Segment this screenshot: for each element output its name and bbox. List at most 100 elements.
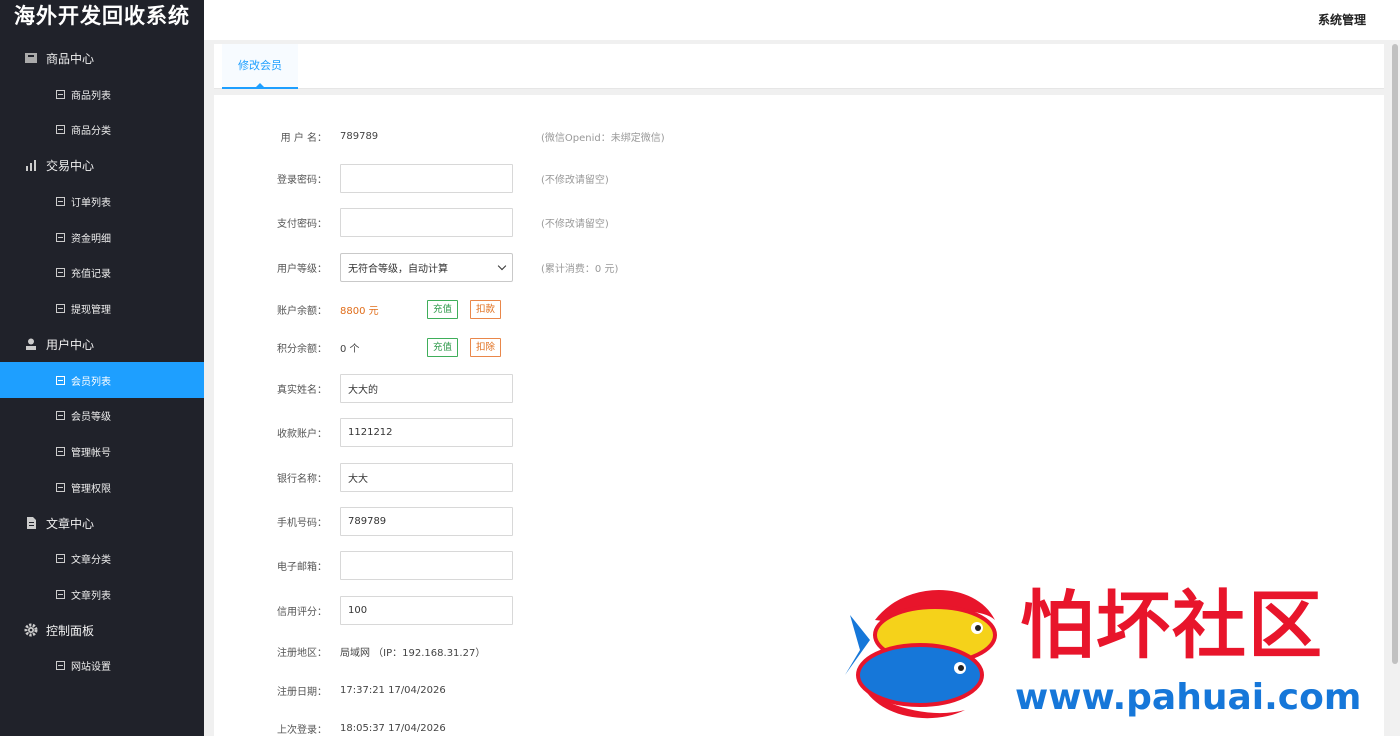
- sidebar-item-label: 文章列表: [71, 590, 111, 602]
- phone-row: 手机号码： 789789: [214, 506, 914, 536]
- page-icon: [56, 89, 65, 99]
- sidebar: 海外开发回收系统 商品中心 商品列表 商品分类 交易中心 订单列表 资金明细 充…: [0, 0, 204, 736]
- bank-input[interactable]: 大大: [340, 462, 513, 492]
- user-level-row: 用户等级： 无符合等级，自动计算 (累计消费：0 元): [214, 252, 914, 282]
- scrollbar-thumb[interactable]: [1392, 44, 1398, 664]
- login-password-label: 登录密码：: [277, 174, 327, 186]
- credit-row: 信用评分： 100: [214, 595, 914, 625]
- page-icon: [56, 482, 65, 492]
- sidebar-item-label: 文章分类: [71, 554, 111, 566]
- real-name-row: 真实姓名： 大大的: [214, 373, 914, 403]
- fish-logo: [845, 590, 997, 719]
- region-label: 注册地区：: [277, 647, 327, 659]
- login-password-input[interactable]: [340, 163, 513, 193]
- app-title: 海外开发回收系统: [0, 0, 204, 40]
- watermark: 怕坏社区 www.pahuai.com: [845, 580, 1385, 730]
- email-row: 电子邮箱：: [214, 550, 914, 580]
- sidebar-group-goods[interactable]: 商品中心: [0, 40, 204, 76]
- page-icon: [56, 124, 65, 134]
- sidebar-item-label: 会员等级: [71, 411, 111, 423]
- gear-icon: [24, 623, 38, 637]
- top-header: 系统管理: [204, 0, 1400, 40]
- sidebar-item-article-list[interactable]: 文章列表: [0, 576, 204, 612]
- chevron-down-icon: [497, 261, 507, 270]
- system-admin-menu[interactable]: 系统管理: [1318, 11, 1366, 28]
- sidebar-group-label: 文章中心: [46, 516, 95, 531]
- login-password-hint: (不修改请留空): [541, 174, 609, 186]
- real-name-input[interactable]: 大大的: [340, 373, 513, 403]
- username-label: 用 户 名：: [280, 132, 327, 144]
- page-icon: [56, 375, 65, 385]
- sidebar-item-article-categories[interactable]: 文章分类: [0, 540, 204, 576]
- sidebar-item-member-levels[interactable]: 会员等级: [0, 397, 204, 433]
- page-icon: [56, 553, 65, 563]
- account-input[interactable]: 1121212: [340, 417, 513, 447]
- sidebar-group-label: 交易中心: [46, 158, 95, 173]
- sidebar-item-site-settings[interactable]: 网站设置: [0, 647, 204, 683]
- balance-recharge-button[interactable]: 充值: [427, 299, 459, 319]
- balance-deduct-button[interactable]: 扣款: [470, 299, 502, 319]
- phone-label: 手机号码：: [277, 517, 327, 529]
- balance-row: 账户余额： 8800 元 充值 扣款: [214, 294, 914, 324]
- pay-password-row: 支付密码： (不修改请留空): [214, 207, 914, 237]
- email-label: 电子邮箱：: [277, 561, 327, 573]
- tab-edit-member[interactable]: 修改会员: [222, 44, 298, 89]
- pay-password-input[interactable]: [340, 207, 513, 237]
- tab-bar: 修改会员: [214, 44, 1384, 89]
- sidebar-group-label: 控制面板: [46, 623, 95, 638]
- reg-date-label: 注册日期：: [277, 686, 327, 698]
- last-login-label: 上次登录：: [277, 724, 327, 736]
- page-icon: [56, 589, 65, 599]
- sidebar-group-label: 用户中心: [46, 337, 95, 352]
- page-icon: [56, 303, 65, 313]
- sidebar-item-label: 提现管理: [71, 304, 111, 316]
- sidebar-item-label: 商品分类: [71, 125, 111, 137]
- sidebar-item-admin-accounts[interactable]: 管理帐号: [0, 433, 204, 469]
- balance-label: 账户余额：: [277, 305, 327, 317]
- page-icon: [56, 267, 65, 277]
- points-recharge-button[interactable]: 充值: [427, 337, 459, 357]
- sidebar-group-label: 商品中心: [46, 51, 95, 66]
- phone-input[interactable]: 789789: [340, 506, 513, 536]
- pay-password-label: 支付密码：: [277, 218, 327, 230]
- sidebar-group-users[interactable]: 用户中心: [0, 326, 204, 362]
- sidebar-item-admin-permissions[interactable]: 管理权限: [0, 469, 204, 505]
- sidebar-item-label: 管理权限: [71, 483, 111, 495]
- sidebar-group-articles[interactable]: 文章中心: [0, 505, 204, 541]
- username-value: 789789: [340, 130, 379, 142]
- sidebar-item-goods-category[interactable]: 商品分类: [0, 111, 204, 147]
- credit-label: 信用评分：: [277, 606, 327, 618]
- document-icon: [27, 517, 36, 529]
- login-password-row: 登录密码： (不修改请留空): [214, 163, 914, 193]
- bank-label: 银行名称：: [277, 473, 327, 485]
- points-deduct-button[interactable]: 扣除: [470, 337, 502, 357]
- sidebar-item-funds[interactable]: 资金明细: [0, 219, 204, 255]
- region-value: 局域网 （IP：192.168.31.27）: [340, 647, 486, 659]
- sidebar-item-label: 订单列表: [71, 197, 111, 209]
- last-login-row: 上次登录： 18:05:37 17/04/2026: [214, 713, 914, 736]
- sidebar-item-orders[interactable]: 订单列表: [0, 183, 204, 219]
- credit-input[interactable]: 100: [340, 595, 513, 625]
- region-row: 注册地区： 局域网 （IP：192.168.31.27）: [214, 636, 914, 666]
- sidebar-item-withdraw[interactable]: 提现管理: [0, 290, 204, 326]
- bar-chart-icon: [26, 160, 36, 171]
- sidebar-item-recharge[interactable]: 充值记录: [0, 254, 204, 290]
- page-scrollbar[interactable]: [1390, 40, 1400, 736]
- sidebar-item-goods-list[interactable]: 商品列表: [0, 76, 204, 112]
- user-level-select[interactable]: 无符合等级，自动计算: [340, 252, 513, 282]
- user-level-selected: 无符合等级，自动计算: [348, 263, 448, 275]
- pay-password-hint: (不修改请留空): [541, 218, 609, 230]
- points-label: 积分余额：: [277, 343, 327, 355]
- real-name-label: 真实姓名：: [277, 384, 327, 396]
- sidebar-item-members[interactable]: 会员列表: [0, 362, 204, 398]
- sidebar-group-control[interactable]: 控制面板: [0, 612, 204, 648]
- wechat-openid-hint: (微信Openid：未绑定微信): [541, 132, 665, 144]
- user-icon: [26, 338, 36, 350]
- sidebar-group-trade[interactable]: 交易中心: [0, 147, 204, 183]
- last-login-value: 18:05:37 17/04/2026: [340, 722, 446, 734]
- email-input[interactable]: [340, 550, 513, 580]
- reg-date-value: 17:37:21 17/04/2026: [340, 684, 446, 696]
- page-icon: [56, 232, 65, 242]
- points-row: 积分余额： 0 个 充值 扣除: [214, 332, 914, 362]
- bank-row: 银行名称： 大大: [214, 462, 914, 492]
